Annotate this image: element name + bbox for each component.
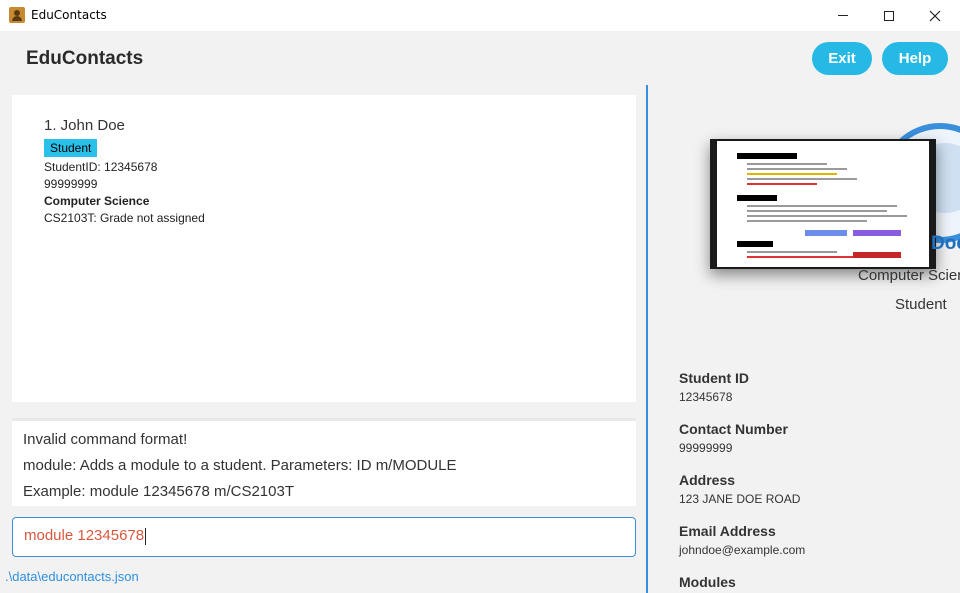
preview-highlight-line — [747, 173, 837, 175]
preview-document — [717, 141, 929, 267]
exit-button[interactable]: Exit — [812, 42, 872, 75]
app-header: EduContacts Exit Help — [0, 31, 960, 85]
preview-chip — [853, 252, 901, 258]
detail-name: Doe — [931, 233, 960, 254]
student-id-value: 12345678 — [679, 390, 733, 404]
minimize-button[interactable] — [820, 0, 866, 31]
window-preview-thumbnail — [710, 139, 936, 269]
result-line: Example: module 12345678 m/CS2103T — [23, 483, 294, 500]
save-file-path: .\data\educontacts.json — [5, 569, 139, 584]
module-text: CS2103T: Grade not assigned — [44, 211, 205, 225]
close-button[interactable] — [912, 0, 958, 31]
preview-text-line — [747, 256, 857, 258]
window-titlebar: EduContacts — [0, 0, 960, 31]
contact-number-value: 99999999 — [679, 441, 733, 455]
window-title: EduContacts — [31, 8, 107, 22]
result-line: module: Adds a module to a student. Para… — [23, 457, 457, 474]
phone-text: 99999999 — [44, 177, 98, 191]
address-label: Address — [679, 472, 736, 488]
contacts-book-icon — [9, 7, 25, 23]
close-icon — [929, 10, 941, 21]
modules-label: Modules — [679, 574, 736, 590]
person-name: 1. John Doe — [44, 117, 125, 134]
preview-text-line — [747, 168, 847, 170]
detail-course: Computer Science — [858, 267, 960, 284]
preview-text-line — [747, 210, 887, 212]
preview-text-line — [747, 220, 867, 222]
result-display: Invalid command format! module: Adds a m… — [12, 418, 636, 506]
address-value: 123 JANE DOE ROAD — [679, 492, 801, 506]
command-input[interactable]: module 12345678 — [12, 517, 636, 557]
preview-chip — [805, 230, 847, 236]
detail-role: Student — [895, 296, 947, 313]
preview-text-line — [747, 163, 827, 165]
person-list-panel[interactable]: 1. John Doe Student StudentID: 12345678 … — [12, 95, 636, 402]
preview-heading-bar — [737, 195, 777, 201]
result-line: Invalid command format! — [23, 431, 188, 448]
preview-text-line — [747, 215, 907, 217]
help-button[interactable]: Help — [882, 42, 948, 75]
contact-number-label: Contact Number — [679, 421, 788, 437]
preview-chip — [853, 230, 901, 236]
maximize-icon — [884, 10, 894, 21]
preview-text-line — [747, 251, 837, 253]
preview-text-line — [747, 183, 817, 185]
course-text: Computer Science — [44, 194, 150, 208]
preview-heading-bar — [737, 241, 773, 247]
preview-text-line — [747, 205, 897, 207]
student-id-label: Student ID — [679, 370, 749, 386]
role-tag: Student — [44, 139, 98, 157]
student-id-text: StudentID: 12345678 — [44, 160, 158, 174]
person-card[interactable]: 1. John Doe Student StudentID: 12345678 … — [44, 117, 205, 225]
email-address-value: johndoe@example.com — [679, 543, 806, 557]
minimize-icon — [838, 15, 848, 16]
preview-heading-bar — [737, 153, 797, 159]
person-detail-panel: Doe Computer Science Student Student ID … — [648, 85, 960, 593]
maximize-button[interactable] — [866, 0, 912, 31]
preview-text-line — [747, 178, 857, 180]
text-caret — [145, 527, 147, 545]
app-name: EduContacts — [26, 48, 144, 69]
email-address-label: Email Address — [679, 523, 776, 539]
command-text: module 12345678 — [24, 527, 145, 544]
